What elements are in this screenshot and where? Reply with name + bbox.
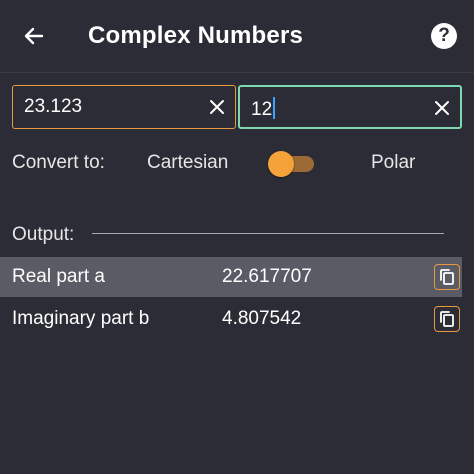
copy-icon — [440, 311, 454, 327]
back-button[interactable] — [16, 20, 52, 52]
second-number-value[interactable]: 12 — [251, 99, 272, 120]
close-icon — [210, 100, 224, 114]
copy-real-button[interactable] — [434, 264, 460, 290]
page-title: Complex Numbers — [88, 22, 304, 49]
output-label: Output: — [12, 224, 75, 245]
result-value: 22.617707 — [222, 266, 312, 287]
app-bar: Complex Numbers ? — [0, 0, 474, 73]
close-icon — [435, 101, 449, 115]
cartesian-option[interactable]: Cartesian — [147, 152, 228, 174]
clear-second-button[interactable] — [432, 98, 452, 118]
result-row-imaginary[interactable]: Imaginary part b 4.807542 — [0, 299, 462, 339]
app-screen: Complex Numbers ? 23.123 12 Convert to: … — [0, 0, 474, 474]
conversion-toggle[interactable] — [268, 151, 316, 177]
help-button[interactable]: ? — [431, 23, 457, 49]
copy-icon — [440, 269, 454, 285]
convert-label: Convert to: — [12, 152, 105, 173]
polar-option[interactable]: Polar — [371, 152, 415, 174]
result-row-real[interactable]: Real part a 22.617707 — [0, 257, 462, 297]
toggle-thumb[interactable] — [268, 151, 294, 177]
second-number-text[interactable]: 12 — [251, 97, 276, 121]
clear-first-button[interactable] — [207, 97, 227, 117]
help-circle-icon: ? — [438, 25, 450, 46]
result-label: Imaginary part b — [12, 308, 150, 329]
first-number-value[interactable]: 23.123 — [24, 96, 82, 118]
copy-imaginary-button[interactable] — [434, 306, 460, 332]
output-divider — [92, 233, 444, 234]
result-value: 4.807542 — [222, 308, 302, 329]
first-number-field[interactable]: 23.123 — [12, 85, 236, 129]
arrow-left-icon — [24, 27, 44, 45]
text-cursor — [273, 97, 276, 119]
result-label: Real part a — [12, 266, 105, 287]
second-number-field[interactable]: 12 — [238, 85, 462, 129]
